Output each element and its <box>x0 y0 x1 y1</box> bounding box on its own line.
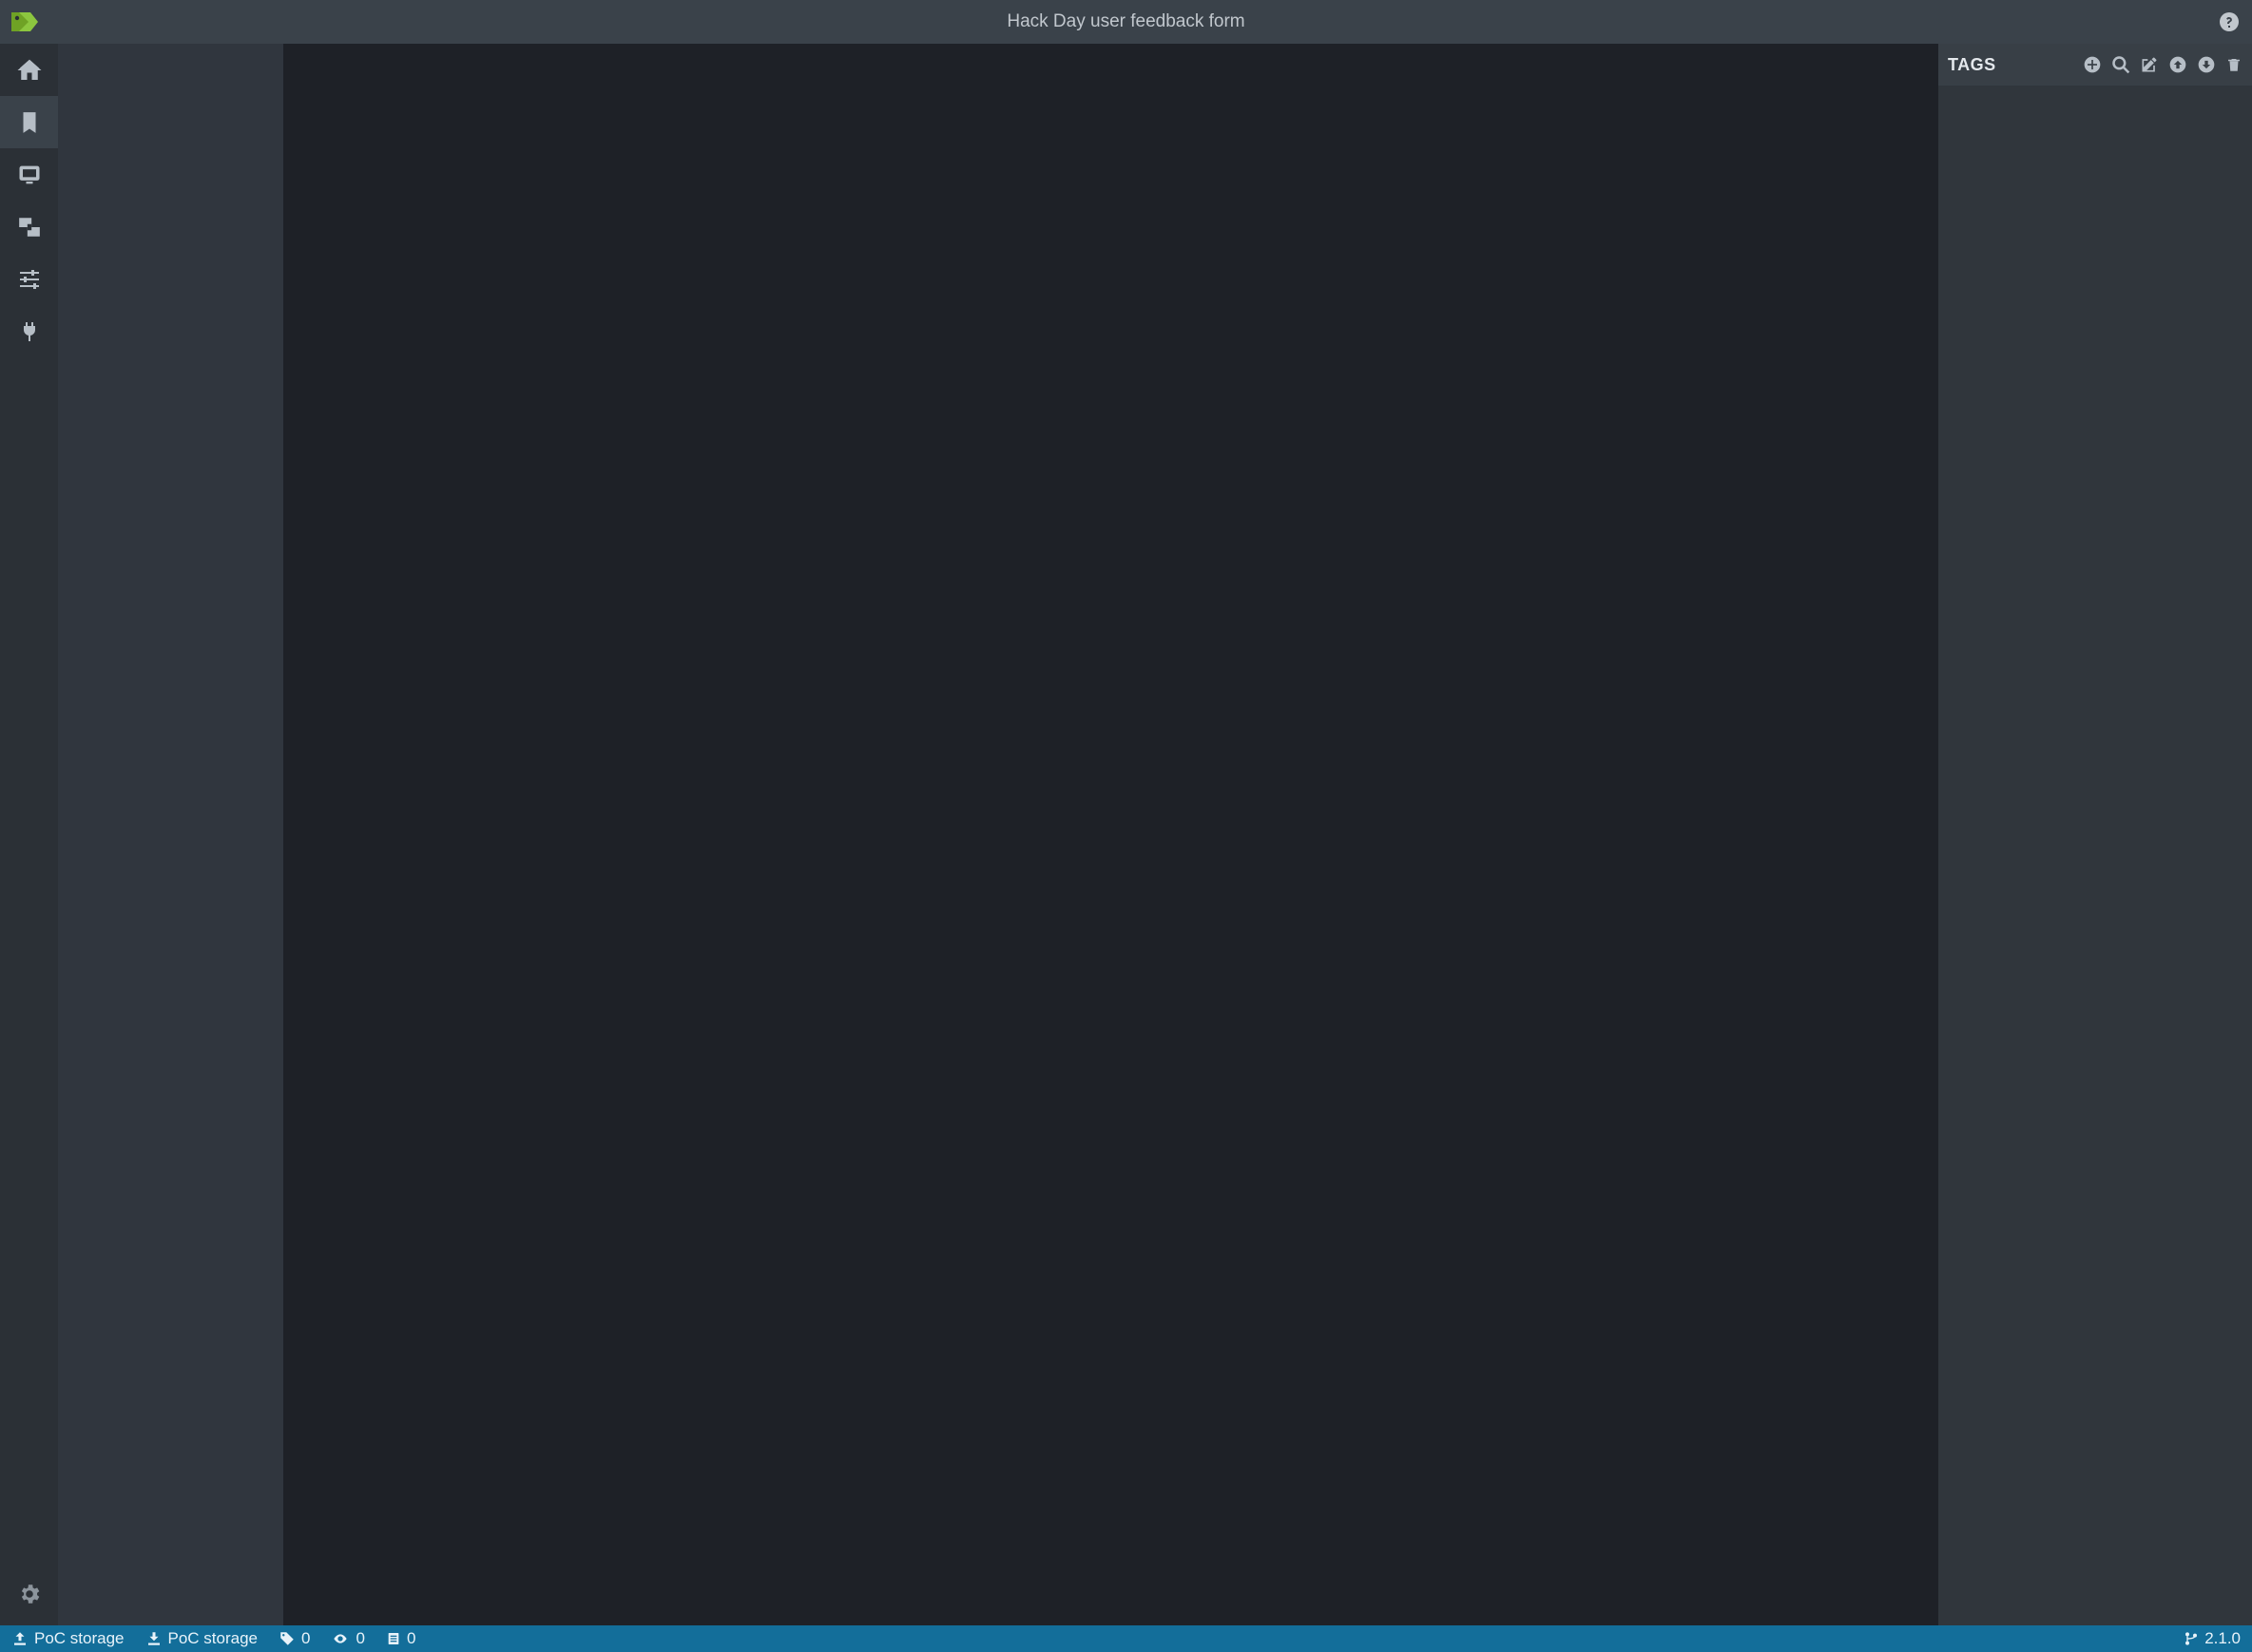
tag-add-icon[interactable] <box>2083 55 2102 74</box>
tag-edit-icon[interactable] <box>2140 55 2159 74</box>
status-tag-count: 0 <box>301 1629 310 1648</box>
nav-bookmarks[interactable] <box>0 96 58 148</box>
help-icon[interactable] <box>2218 10 2241 33</box>
status-upload-label: PoC storage <box>34 1629 125 1648</box>
tags-panel: TAGS <box>1938 44 2252 1625</box>
nav-plugins[interactable] <box>0 305 58 357</box>
download-icon <box>145 1630 163 1647</box>
status-bar: PoC storage PoC storage 0 0 0 <box>0 1625 2252 1652</box>
tag-icon <box>279 1630 296 1647</box>
nav-home[interactable] <box>0 44 58 96</box>
status-upload[interactable]: PoC storage <box>11 1629 125 1648</box>
nav-settings[interactable] <box>0 1567 58 1620</box>
status-watch[interactable]: 0 <box>331 1629 364 1648</box>
upload-icon <box>11 1630 29 1647</box>
tags-header: TAGS <box>1938 44 2252 86</box>
tag-up-icon[interactable] <box>2168 55 2187 74</box>
list-icon <box>386 1630 401 1647</box>
tag-search-icon[interactable] <box>2111 55 2130 74</box>
list-panel <box>58 44 283 1625</box>
sidebar <box>0 44 58 1625</box>
canvas-area <box>283 44 1938 1625</box>
document-title: Hack Day user feedback form <box>1007 11 1244 32</box>
app-logo-icon <box>10 9 38 35</box>
nav-sliders[interactable] <box>0 253 58 305</box>
nav-monitor[interactable] <box>0 148 58 201</box>
title-bar: Hack Day user feedback form <box>0 0 2252 44</box>
tag-down-icon[interactable] <box>2197 55 2216 74</box>
main-area: TAGS <box>58 44 2252 1625</box>
status-version[interactable]: 2.1.0 <box>2184 1629 2241 1648</box>
tags-panel-title: TAGS <box>1948 55 1996 75</box>
status-tags[interactable]: 0 <box>279 1629 310 1648</box>
nav-compare[interactable] <box>0 201 58 253</box>
tag-delete-icon[interactable] <box>2225 55 2242 74</box>
status-watch-count: 0 <box>356 1629 364 1648</box>
status-download[interactable]: PoC storage <box>145 1629 259 1648</box>
branch-icon <box>2184 1630 2199 1647</box>
status-version-label: 2.1.0 <box>2204 1629 2241 1648</box>
status-list[interactable]: 0 <box>386 1629 415 1648</box>
status-list-count: 0 <box>407 1629 415 1648</box>
eye-icon <box>331 1631 350 1646</box>
status-download-label: PoC storage <box>168 1629 259 1648</box>
